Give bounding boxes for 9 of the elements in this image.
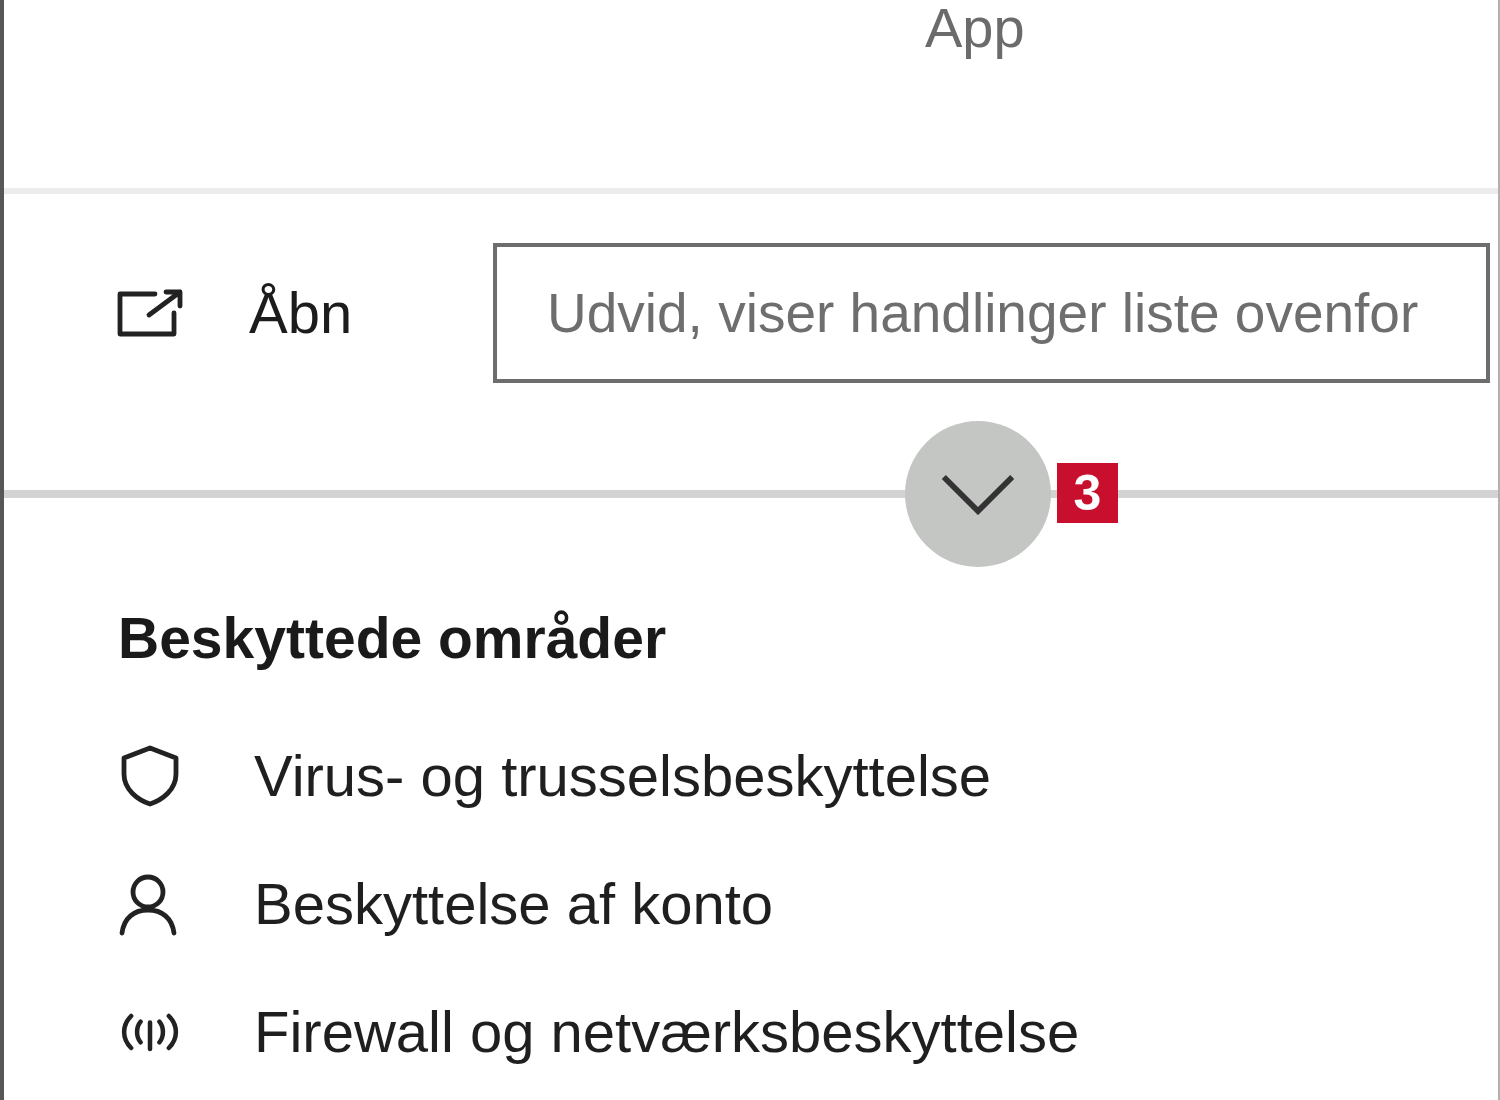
nav-item[interactable]: Firewall og netværksbeskyttelse <box>118 968 1080 1097</box>
number-callout: 3 <box>1057 463 1118 523</box>
tooltip: Udvid, viser handlinger liste ovenfor <box>493 243 1490 383</box>
section-heading: Beskyttede områder <box>118 605 667 672</box>
nav-item[interactable]: Beskyttelse af konto <box>118 840 774 969</box>
nav-item[interactable]: Virus- og trusselsbeskyttelse <box>118 712 992 841</box>
open-menu-item[interactable]: Åbn <box>4 243 359 383</box>
chevron-down-icon <box>940 473 1016 515</box>
person-icon <box>118 872 178 937</box>
